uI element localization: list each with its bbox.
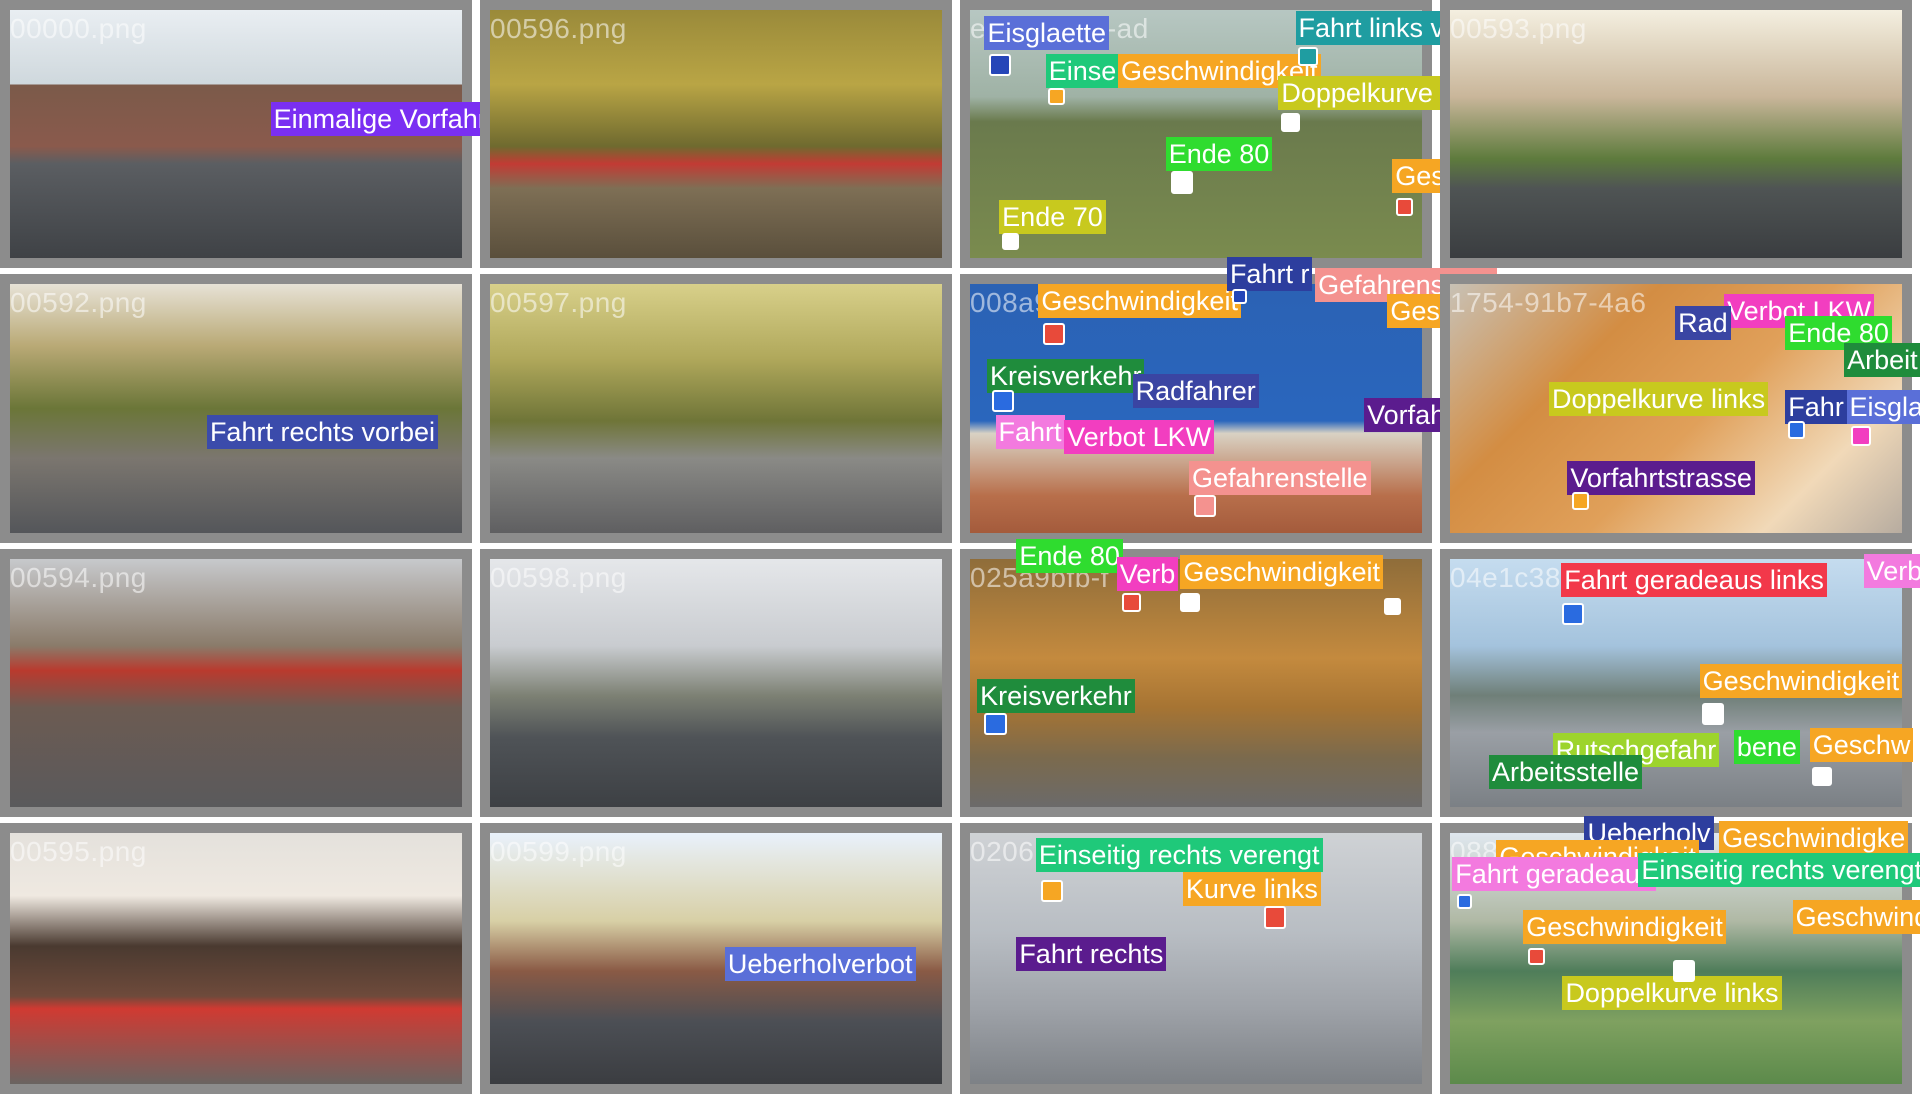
traffic-sign-icon — [1812, 766, 1832, 787]
traffic-sign-icon — [1528, 948, 1546, 966]
traffic-sign-icon — [1457, 894, 1472, 909]
traffic-sign-icon — [991, 389, 1014, 412]
filename-overlay: 00599.png — [490, 836, 627, 868]
traffic-sign-icon — [1383, 597, 1401, 615]
detection-label: Verb — [1116, 557, 1179, 592]
detection-label: Fahrt geradeaus — [1452, 857, 1657, 892]
detection-label: Geschwindigke — [1719, 820, 1909, 855]
detection-label: Vorfahrtstrasse — [1567, 460, 1755, 495]
filename-overlay: 00593.png — [1450, 13, 1587, 44]
traffic-sign-icon — [1851, 426, 1871, 446]
image-tile: 00596.png — [480, 0, 952, 269]
traffic-sign-icon — [989, 53, 1012, 76]
photo — [1450, 10, 1902, 259]
detection-label: Geschwindigkeit — [1699, 663, 1903, 698]
traffic-sign-icon — [1180, 592, 1200, 613]
detection-label: Ende 80 — [1165, 137, 1273, 172]
filename-overlay: 00598.png — [490, 561, 627, 593]
traffic-sign-icon — [1395, 198, 1414, 216]
traffic-sign-icon — [984, 712, 1007, 735]
detection-label: Radfahrer — [1132, 373, 1259, 408]
traffic-sign-icon — [1280, 112, 1301, 133]
image-tile: 00592.png — [0, 274, 472, 543]
detection-label: Ende 80 — [1016, 538, 1123, 573]
detection-label: Geschwindigkeit — [1038, 284, 1241, 319]
traffic-sign-icon — [1170, 171, 1193, 194]
photo — [490, 10, 942, 259]
photo — [10, 558, 462, 808]
filename-overlay: 04e1c38 — [1450, 561, 1561, 593]
image-tile: 00593.png — [1440, 0, 1912, 269]
traffic-sign-icon — [1263, 906, 1286, 929]
detection-label: Arbeit — [1844, 342, 1920, 377]
detection-label: Fahrt geradeaus links — [1561, 563, 1827, 598]
traffic-sign-icon — [1001, 232, 1019, 250]
filename-overlay: 00597.png — [490, 287, 627, 319]
photo — [10, 833, 462, 1084]
photo — [490, 558, 942, 808]
photo — [490, 284, 942, 533]
detection-label: Geschwindigkeit — [1523, 910, 1726, 945]
filename-overlay: 00000.png — [10, 13, 147, 44]
detection-label: Kreisverkehr — [986, 358, 1145, 393]
detection-label: Geschw — [1809, 727, 1914, 762]
detection-label: Ueberholverbot — [724, 946, 916, 981]
filename-overlay: 00596.png — [490, 13, 627, 44]
filename-overlay: 00595.png — [10, 836, 147, 868]
detection-label: Kreisverkehr — [977, 678, 1135, 713]
detection-label: Verbot LKW — [1064, 420, 1215, 455]
detection-label: Geschwindigkeit — [1792, 900, 1920, 935]
detection-label: Geschwindigkeit — [1180, 554, 1383, 589]
detection-label: Fahr — [1785, 389, 1847, 424]
image-tile: 00595.png — [0, 823, 472, 1094]
traffic-sign-icon — [1231, 289, 1247, 304]
image-mosaic: 00000.pngEinmalige Vorfahrt00596.pnge4cd… — [0, 0, 1920, 1100]
traffic-sign-icon — [1043, 323, 1066, 346]
detection-label: bene — [1733, 730, 1800, 765]
detection-label: Arbeitsstelle — [1488, 754, 1643, 789]
traffic-sign-icon — [1040, 879, 1063, 902]
traffic-sign-icon — [1121, 592, 1142, 613]
traffic-sign-icon — [1193, 494, 1216, 517]
traffic-sign-icon — [1572, 492, 1590, 510]
photo — [10, 284, 462, 533]
detection-label: Einseitig rechts verengt — [1638, 852, 1920, 887]
filename-overlay: 0206 — [970, 836, 1035, 868]
filename-overlay: 00592.png — [10, 287, 147, 319]
detection-label: Fahrt rechts — [1016, 937, 1167, 972]
traffic-sign-icon — [1672, 960, 1695, 983]
traffic-sign-icon — [1562, 602, 1585, 625]
detection-label: Verb — [1863, 553, 1920, 588]
detection-label: Fahrt r — [1226, 257, 1313, 292]
detection-label: Einseitig rechts verengt — [1035, 837, 1323, 872]
detection-label: Einse — [1045, 53, 1120, 88]
traffic-sign-icon — [1297, 46, 1318, 67]
detection-label: Rad — [1675, 306, 1731, 341]
detection-label: Eisglaette — [984, 15, 1110, 50]
traffic-sign-icon — [1048, 88, 1066, 106]
detection-label: Fahrt rechts vorbei — [206, 415, 439, 450]
detection-label: Kurve links — [1182, 872, 1321, 907]
detection-label: Einmalige Vorfahrt — [270, 101, 498, 136]
detection-label: Doppelkurve links — [1562, 976, 1782, 1011]
image-tile: 00597.png — [480, 274, 952, 543]
filename-overlay: 00594.png — [10, 561, 147, 593]
image-tile: 00594.png — [0, 548, 472, 818]
image-tile: 00598.png — [480, 548, 952, 818]
detection-label: Fahrt — [995, 415, 1065, 450]
detection-label: Ende 70 — [999, 199, 1106, 234]
detection-label: Doppelkurve links — [1548, 382, 1769, 417]
detection-label: Gefahrenstelle — [1188, 460, 1371, 495]
traffic-sign-icon — [1702, 703, 1725, 726]
filename-overlay: 1754-91b7-4a6 — [1450, 287, 1647, 319]
detection-label: Eisgla — [1846, 389, 1920, 424]
traffic-sign-icon — [1787, 421, 1805, 439]
